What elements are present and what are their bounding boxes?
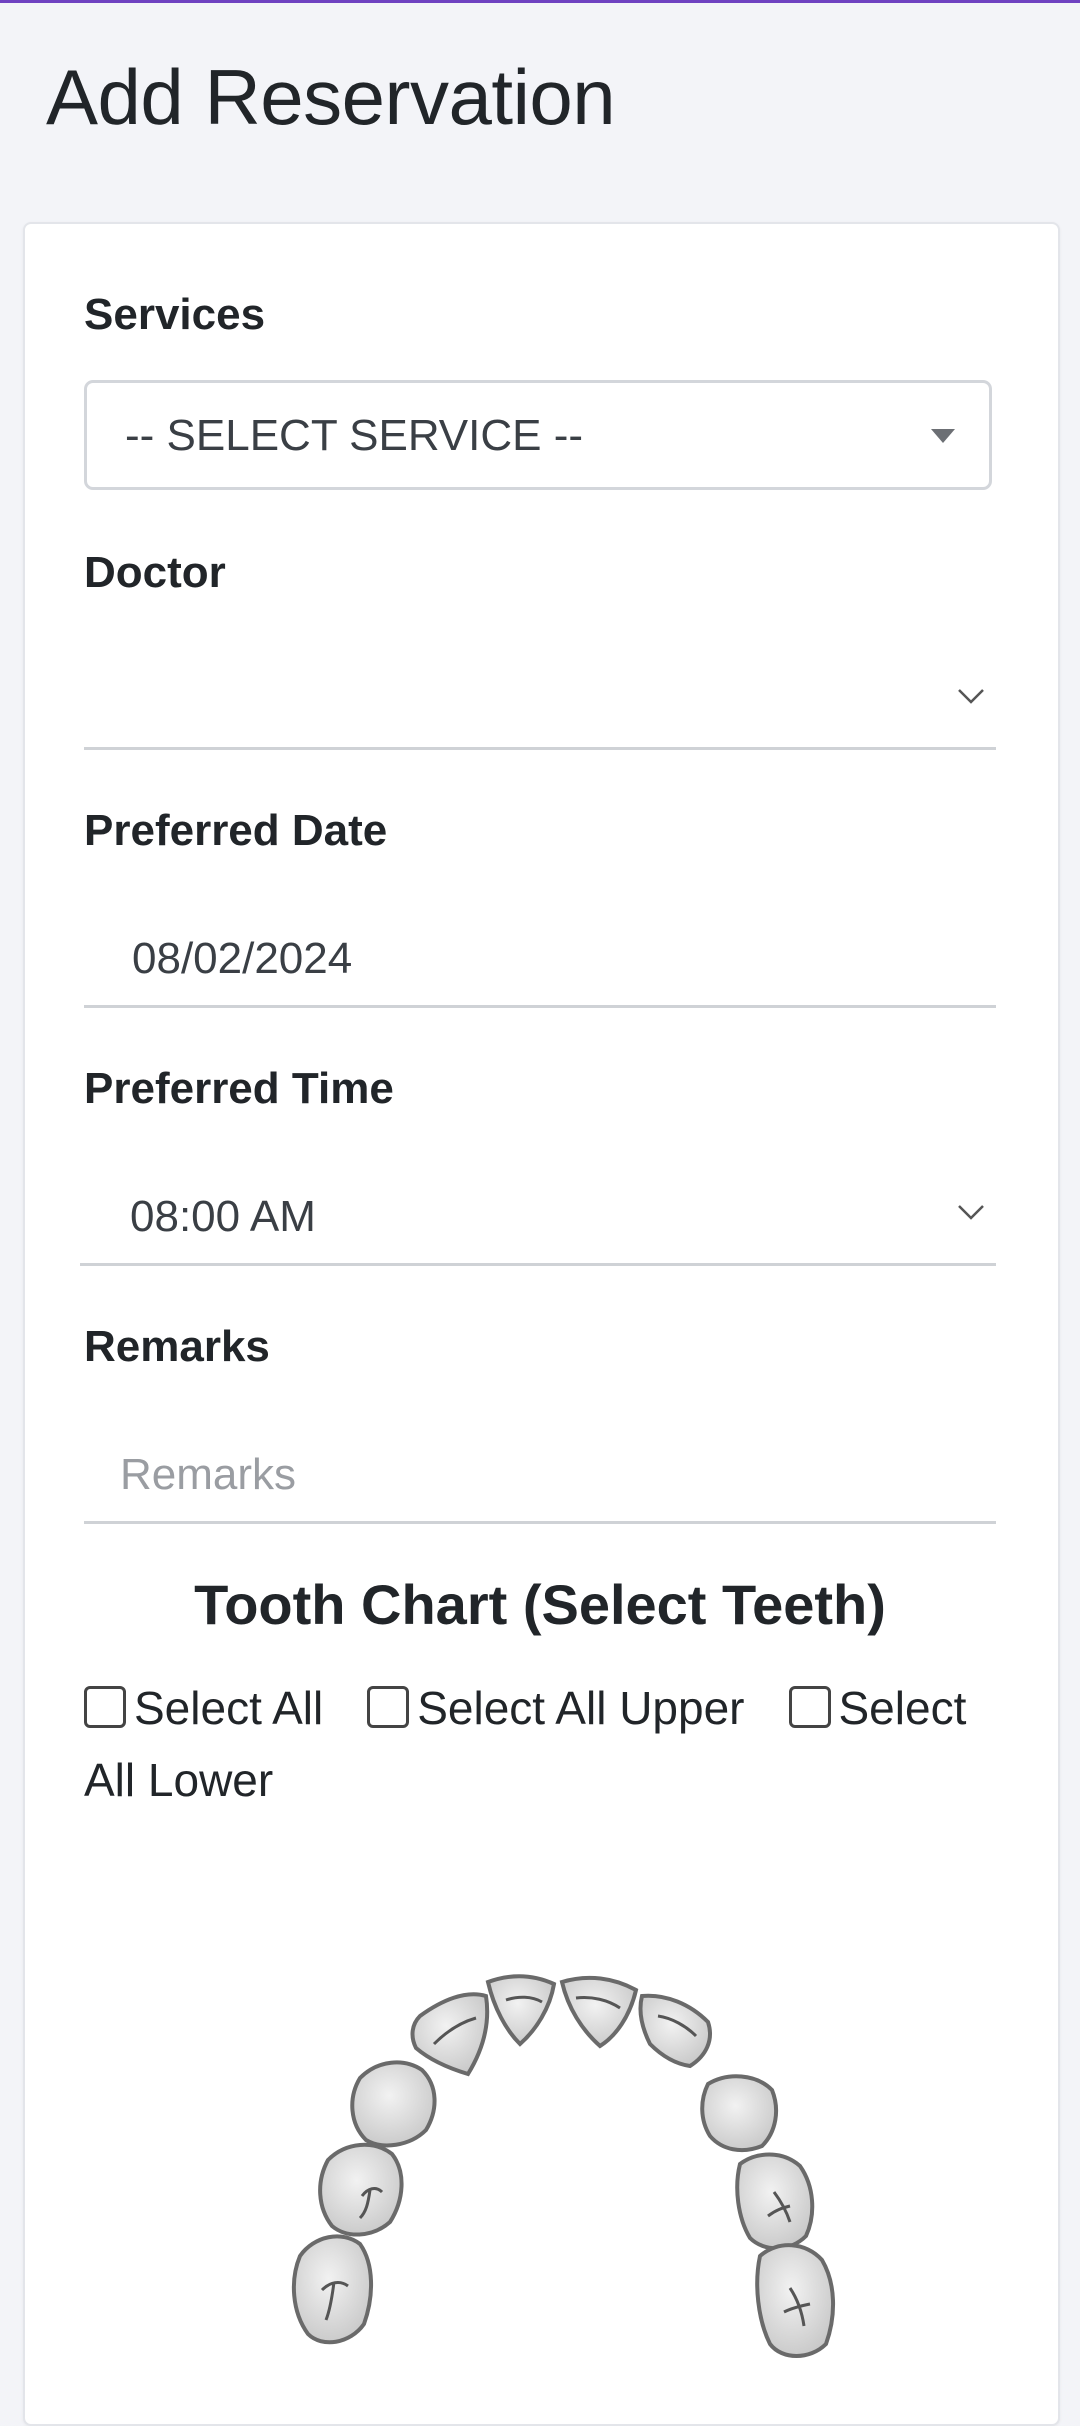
chevron-down-icon (958, 689, 984, 704)
preferred-date-label: Preferred Date (84, 806, 388, 855)
tooth-upper-central-right[interactable] (559, 1975, 639, 2049)
caret-down-icon (931, 429, 955, 443)
tooth-upper-canine-left[interactable] (350, 2060, 437, 2148)
select-all-upper-label: Select All Upper (417, 1682, 745, 1734)
tooth-upper-premolar1-left[interactable] (318, 2142, 404, 2237)
remarks-placeholder: Remarks (120, 1450, 297, 1499)
tooth-upper-canine-right[interactable] (700, 2074, 779, 2153)
preferred-time-value: 08:00 AM (130, 1192, 316, 1241)
doctor-select[interactable] (84, 640, 996, 750)
preferred-time-label: Preferred Time (84, 1064, 394, 1113)
select-all-upper-option[interactable]: Select All Upper (367, 1682, 745, 1734)
remarks-label: Remarks (84, 1322, 270, 1371)
chevron-down-icon (958, 1205, 984, 1220)
tooth-upper-lateral-right[interactable] (638, 1993, 712, 2069)
page-title: Add Reservation (46, 53, 616, 141)
tooth-chart-title: Tooth Chart (Select Teeth) (194, 1573, 886, 1636)
services-select[interactable]: -- SELECT SERVICE -- (84, 380, 992, 490)
select-all-option[interactable]: Select All (84, 1682, 323, 1734)
tooth-select-options: Select All Select All Upper Select All Low… (84, 1672, 1004, 1816)
services-label: Services (84, 290, 266, 339)
select-all-label: Select All (134, 1682, 324, 1734)
tooth-upper-central-left[interactable] (485, 1974, 557, 2047)
remarks-input[interactable]: Remarks (84, 1414, 996, 1524)
preferred-date-input[interactable]: 08/02/2024 (84, 898, 996, 1008)
doctor-label: Doctor (84, 548, 226, 597)
upper-teeth-chart (291, 1974, 835, 2358)
preferred-date-value: 08/02/2024 (132, 934, 353, 983)
select-all-upper-checkbox[interactable] (367, 1686, 410, 1728)
select-all-checkbox[interactable] (84, 1686, 126, 1728)
tooth-upper-premolar2-right[interactable] (755, 2243, 835, 2358)
tooth-upper-premolar1-right[interactable] (735, 2152, 815, 2251)
preferred-time-select[interactable]: 08:00 AM (80, 1156, 996, 1266)
select-all-lower-checkbox[interactable] (788, 1686, 831, 1728)
services-select-value: -- SELECT SERVICE -- (125, 411, 584, 460)
tooth-upper-lateral-left[interactable] (410, 1992, 490, 2077)
top-accent-bar (0, 0, 1080, 3)
